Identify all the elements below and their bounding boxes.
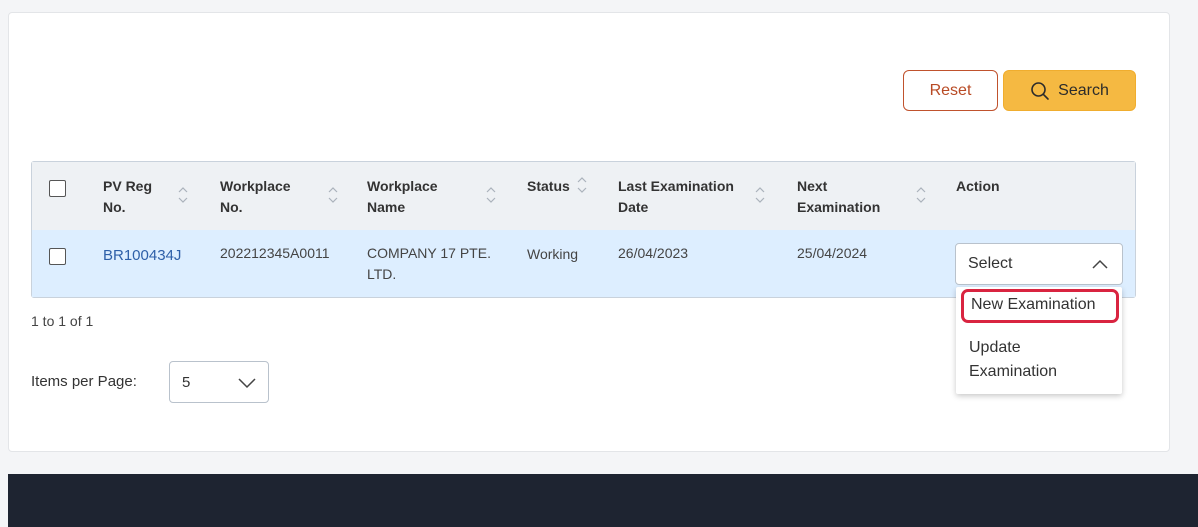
- column-header-text: PV Reg: [103, 178, 153, 194]
- page-footer: [8, 474, 1198, 527]
- workplace-name-line: LTD.: [367, 266, 397, 282]
- chevron-up-icon: [1092, 259, 1108, 269]
- column-header-workplace-name[interactable]: Workplace Name: [367, 176, 438, 218]
- workplace-name-line: COMPANY 17 PTE.: [367, 245, 491, 261]
- items-per-page-select[interactable]: 5: [169, 361, 269, 403]
- sort-icon[interactable]: [576, 175, 588, 195]
- pv-reg-no-link[interactable]: BR100434J: [103, 245, 181, 266]
- reset-button-label: Reset: [929, 81, 972, 99]
- column-header-text: Status: [527, 178, 570, 194]
- sort-icon[interactable]: [177, 185, 189, 205]
- column-header-text: Action: [956, 178, 1000, 194]
- menu-item-new-examination[interactable]: New Examination: [961, 289, 1119, 323]
- pagination-summary: 1 to 1 of 1: [31, 313, 94, 329]
- reset-button[interactable]: Reset: [903, 70, 998, 111]
- column-header-text: Workplace: [367, 178, 438, 194]
- column-header-text: Workplace: [220, 178, 291, 194]
- column-header-text: Examination: [797, 199, 881, 215]
- chevron-down-icon: [238, 378, 256, 389]
- search-button-label: Search: [1058, 81, 1109, 99]
- items-per-page-label: Items per Page:: [31, 373, 137, 390]
- column-header-status[interactable]: Status: [527, 176, 570, 197]
- workplace-name-cell: COMPANY 17 PTE. LTD.: [367, 243, 491, 285]
- table-header: PV Reg No. Workplace No. Workplace Name …: [32, 162, 1135, 231]
- column-header-action: Action: [956, 176, 1000, 197]
- last-exam-date-cell: 26/04/2023: [618, 245, 689, 261]
- column-header-last-examination-date[interactable]: Last Examination Date: [618, 176, 734, 218]
- search-button[interactable]: Search: [1003, 70, 1136, 111]
- action-select[interactable]: Select: [955, 243, 1123, 285]
- column-header-next-examination[interactable]: Next Examination: [797, 176, 880, 218]
- items-per-page-value: 5: [182, 373, 191, 391]
- next-exam-cell: 25/04/2024: [797, 245, 868, 261]
- action-select-value: Select: [968, 255, 1013, 272]
- column-header-workplace-no[interactable]: Workplace No.: [220, 176, 291, 218]
- search-icon: [1031, 81, 1049, 100]
- column-header-text: Next: [797, 178, 828, 194]
- menu-item-label: Examination: [969, 363, 1058, 380]
- status-cell: Working: [527, 246, 579, 262]
- sort-icon[interactable]: [485, 185, 497, 205]
- menu-item-update-examination[interactable]: Update Examination: [956, 336, 1122, 384]
- sort-icon[interactable]: [327, 185, 339, 205]
- select-all-checkbox[interactable]: [49, 180, 66, 197]
- sort-icon[interactable]: [915, 185, 927, 205]
- column-header-pv-reg-no[interactable]: PV Reg No.: [103, 176, 152, 218]
- menu-item-label: Update: [969, 339, 1021, 356]
- row-checkbox[interactable]: [49, 248, 66, 265]
- column-header-text: Last Examination: [618, 178, 734, 194]
- workplace-no-cell: 202212345A0011: [220, 245, 330, 261]
- column-header-text: No.: [220, 199, 243, 215]
- action-dropdown-menu: New Examination Update Examination: [956, 287, 1122, 394]
- sort-icon[interactable]: [754, 185, 766, 205]
- column-header-text: No.: [103, 199, 126, 215]
- column-header-text: Date: [618, 199, 649, 215]
- column-header-text: Name: [367, 199, 406, 215]
